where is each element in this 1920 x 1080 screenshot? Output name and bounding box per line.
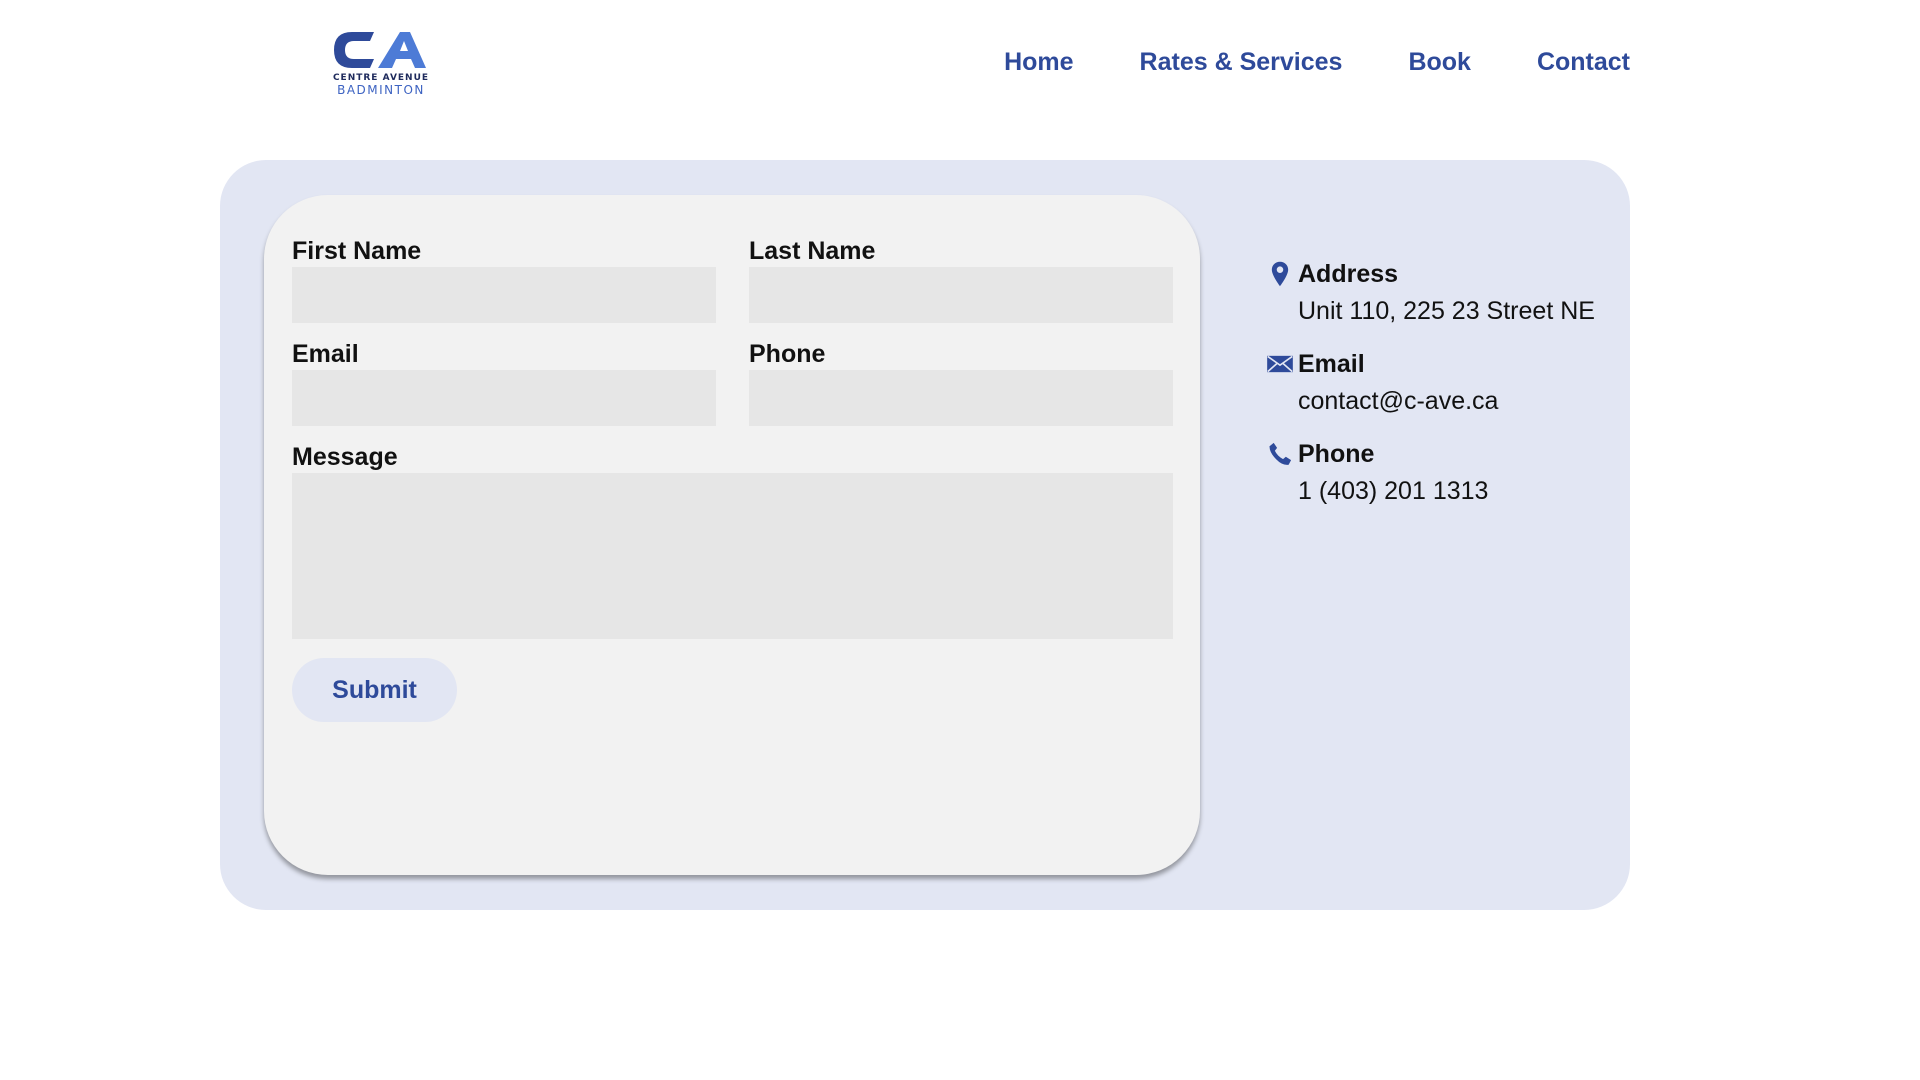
site-header: CENTRE AVENUE BADMINTON Home Rates & Ser… [0,0,1920,130]
nav-contact[interactable]: Contact [1537,48,1630,77]
first-name-input[interactable] [292,267,716,323]
map-pin-icon [1271,261,1289,287]
address-heading: Address [1298,260,1399,288]
submit-button[interactable]: Submit [292,658,457,722]
logo-text-top: CENTRE AVENUE [332,73,430,83]
contact-form: First Name Last Name Email Phone Message… [264,195,1200,875]
first-name-label: First Name [292,237,422,265]
address-value: Unit 110, 225 23 Street NE [1298,297,1595,325]
phone-icon [1269,442,1292,465]
logo-text-bottom: BADMINTON [337,83,425,97]
last-name-input[interactable] [749,267,1173,323]
contact-panel: First Name Last Name Email Phone Message… [220,160,1630,910]
nav-book[interactable]: Book [1408,48,1471,77]
email-label: Email [292,340,359,368]
main-nav: Home Rates & Services Book Contact [1004,48,1630,77]
site-logo[interactable]: CENTRE AVENUE BADMINTON [318,28,444,98]
email-value[interactable]: contact@c-ave.ca [1298,387,1498,416]
phone-heading: Phone [1298,440,1375,468]
email-input[interactable] [292,370,716,426]
logo-mark-icon [334,32,426,68]
nav-home[interactable]: Home [1004,48,1073,77]
nav-rates-services[interactable]: Rates & Services [1140,48,1343,77]
message-textarea[interactable] [292,473,1173,639]
phone-input[interactable] [749,370,1173,426]
message-label: Message [292,443,398,471]
envelope-icon [1267,355,1293,373]
phone-value[interactable]: 1 (403) 201 1313 [1298,477,1488,506]
phone-label: Phone [749,340,826,368]
email-heading: Email [1298,350,1365,378]
last-name-label: Last Name [749,237,876,265]
